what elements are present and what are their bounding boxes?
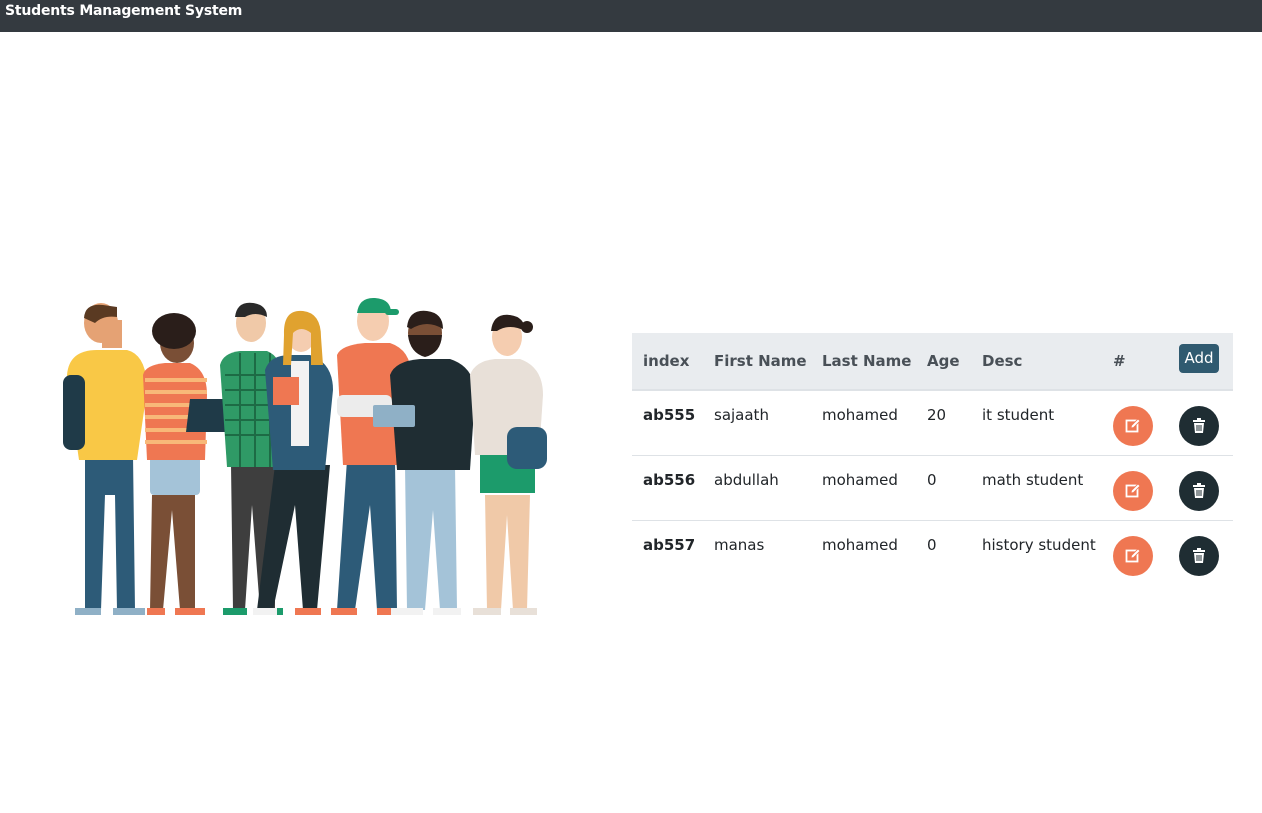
edit-button[interactable]	[1113, 406, 1153, 446]
edit-icon	[1125, 418, 1141, 433]
cell-desc: math student	[971, 455, 1102, 521]
cell-index: ab555	[632, 390, 703, 456]
cell-index: ab556	[632, 455, 703, 521]
app-brand[interactable]: Students Management System	[5, 3, 242, 19]
cell-last-name: mohamed	[822, 536, 898, 554]
cell-edit	[1102, 455, 1168, 521]
students-group-illustration	[63, 297, 547, 615]
header-hash: #	[1102, 333, 1168, 391]
edit-icon	[1125, 483, 1141, 498]
cell-desc: it student	[971, 390, 1102, 456]
cell-desc: history student	[982, 536, 1096, 554]
students-table: index First Name Last Name Age Desc # Ad…	[632, 333, 1233, 585]
header-index: index	[632, 333, 703, 391]
student-figure-7	[470, 314, 547, 615]
cell-age: 20	[916, 390, 971, 456]
cell-last-name: mohamed	[811, 390, 916, 456]
cell-last-name: mohamed	[811, 455, 916, 521]
header-desc: Desc	[971, 333, 1102, 391]
table-row: ab555 sajaath mohamed 20 it student	[632, 390, 1233, 456]
cell-edit	[1102, 390, 1168, 456]
header-last-name: Last Name	[811, 333, 916, 391]
delete-button[interactable]	[1179, 471, 1219, 511]
header-first-name: First Name	[703, 333, 811, 391]
cell-index: ab557	[643, 536, 696, 554]
student-figure-1	[63, 303, 147, 615]
trash-icon	[1193, 483, 1205, 498]
cell-delete	[1168, 521, 1233, 586]
header-add-cell: Add	[1168, 333, 1233, 391]
cell-delete	[1168, 455, 1233, 521]
cell-first-name: abdullah	[703, 455, 811, 521]
top-navbar: Students Management System	[0, 0, 1262, 32]
cell-first-name: manas	[714, 536, 765, 554]
edit-icon	[1125, 548, 1141, 563]
edit-button[interactable]	[1113, 471, 1153, 511]
table-row: ab556 abdullah mohamed 0 math student	[632, 455, 1233, 521]
trash-icon	[1193, 418, 1205, 433]
cell-age: 0	[927, 536, 937, 554]
delete-button[interactable]	[1179, 536, 1219, 576]
trash-icon	[1193, 548, 1205, 563]
table-header-row: index First Name Last Name Age Desc # Ad…	[632, 333, 1233, 391]
cell-first-name: sajaath	[703, 390, 811, 456]
delete-button[interactable]	[1179, 406, 1219, 446]
cell-delete	[1168, 390, 1233, 456]
cell-age: 0	[916, 455, 971, 521]
cell-edit	[1102, 521, 1168, 586]
table-row: ab557 manas mohamed 0 history student	[632, 521, 1233, 586]
header-age: Age	[916, 333, 971, 391]
add-student-button[interactable]: Add	[1179, 343, 1219, 373]
edit-button[interactable]	[1113, 536, 1153, 576]
students-table-container: index First Name Last Name Age Desc # Ad…	[632, 333, 1233, 585]
